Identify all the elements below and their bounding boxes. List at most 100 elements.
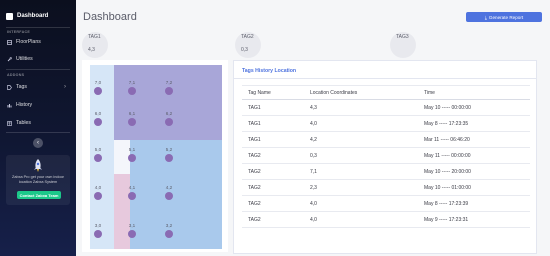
table-row: TAG1 4,0 May 8 ----- 17:23:35 [242,115,530,132]
map-region-purple [114,65,222,140]
map-point[interactable] [94,192,102,200]
location-map-panel: 7,0 7,1 7,2 6,0 6,1 6,2 5,0 5,1 5,2 4,0 4,1 4,2 3,0 3… [82,60,228,252]
cell-tag-name: TAG1 [242,131,304,148]
column-header-time[interactable]: Time [418,85,530,100]
map-point[interactable] [128,192,136,200]
sidebar-collapse-button[interactable]: ‹ [33,138,43,148]
table-row: TAG2 4,0 May 8 ----- 17:23:39 [242,195,530,212]
panel-title: Tags History Location [242,68,297,74]
tag-icon [6,84,12,90]
sidebar-divider [6,27,70,28]
table-icon [6,120,12,126]
map-point[interactable] [128,118,136,126]
map-point[interactable] [165,192,173,200]
map-point[interactable] [94,154,102,162]
sidebar-item-history[interactable]: History [6,99,70,111]
map-point[interactable] [165,230,173,238]
table-row: TAG1 4,3 May 10 ----- 00:00:00 [242,99,530,116]
rocket-icon [34,159,42,172]
tag-name: TAG2 [241,34,254,40]
cell-tag-name: TAG2 [242,179,304,196]
sidebar-item-tags[interactable]: Tags › [6,81,70,93]
cell-location: 7,1 [304,163,418,180]
cell-tag-name: TAG2 [242,163,304,180]
tag-card-tag2[interactable]: TAG2 0,3 [231,32,271,58]
map-point-label: 7,1 [129,80,136,85]
section-heading-interface: INTERFACE [7,30,31,34]
tag-card-tag1[interactable]: TAG1 4,3 [78,32,118,58]
map-point[interactable] [165,118,173,126]
map-point-label: 6,1 [129,111,136,116]
panel-divider [234,78,536,79]
sidebar-item-label: Utilities [16,56,33,62]
cell-location: 4,2 [304,131,418,148]
promo-card: Zabxa Pro get your own indoor location Z… [6,155,70,205]
cell-tag-name: TAG1 [242,99,304,116]
cell-location: 4,0 [304,195,418,212]
cell-time: May 10 ----- 01:00:00 [418,179,530,196]
cell-location: 0,3 [304,147,418,164]
column-header-tag-name[interactable]: Tag Name [242,85,304,100]
dashboard-icon [6,12,13,20]
brand-label: Dashboard [17,13,49,19]
cell-location: 4,3 [304,99,418,116]
sidebar: Dashboard INTERFACE FloorPlans Utilities… [0,0,76,256]
sidebar-item-label: Tables [16,120,31,126]
tag-name: TAG1 [88,34,101,40]
sidebar-item-label: Tags [16,84,27,90]
map-point-label: 3,0 [95,223,102,228]
map-point-label: 6,2 [166,111,173,116]
map-point-label: 7,2 [166,80,173,85]
sidebar-item-label: FloorPlans [16,39,41,45]
cell-time: May 10 ----- 00:00:00 [418,99,530,116]
map-point[interactable] [128,230,136,238]
map-point[interactable] [128,87,136,95]
promo-text: Zabxa Pro get your own indoor location Z… [12,175,64,184]
contact-team-button[interactable]: Contact Zabxa Team [17,191,61,199]
map-point-label: 5,1 [129,147,136,152]
map-point[interactable] [94,118,102,126]
section-heading-addons: ADDONS [7,73,25,77]
tag-name: TAG3 [396,34,409,40]
cell-time: Mar 11 ----- 06:46:20 [418,131,530,148]
tag-card-tag3[interactable]: TAG3 [386,32,426,58]
cell-time: May 11 ----- 00:00:00 [418,147,530,164]
map-point[interactable] [128,154,136,162]
cell-time: May 8 ----- 17:23:35 [418,115,530,132]
sidebar-item-utilities[interactable]: Utilities [6,53,70,65]
cell-tag-name: TAG1 [242,115,304,132]
map-point-label: 6,0 [95,111,102,116]
brand-link[interactable]: Dashboard [6,10,48,22]
map-region-blue [130,140,222,249]
table-row: TAG2 2,3 May 10 ----- 01:00:00 [242,179,530,196]
map-point-label: 5,2 [166,147,173,152]
cell-time: May 10 ----- 20:00:00 [418,163,530,180]
map-point-label: 4,2 [166,185,173,190]
map-point[interactable] [94,87,102,95]
table-row: TAG2 7,1 May 10 ----- 20:00:00 [242,163,530,180]
table-row: TAG2 0,3 May 11 ----- 00:00:00 [242,147,530,164]
map-point-label: 4,1 [129,185,136,190]
map-region-pink [114,174,130,249]
generate-report-label: Generate Report [488,14,524,20]
sidebar-item-floorplans[interactable]: FloorPlans [6,36,70,48]
chevron-left-icon: ‹ [37,140,39,146]
cell-location: 4,0 [304,211,418,228]
chevron-right-icon: › [64,84,66,90]
map-point[interactable] [94,230,102,238]
sidebar-divider [6,69,70,70]
cell-location: 4,0 [304,115,418,132]
column-header-location[interactable]: Location Coordinates [304,85,418,100]
generate-report-button[interactable]: ⤓ Generate Report [466,12,542,22]
history-icon [6,102,12,108]
cell-location: 2,3 [304,179,418,196]
cell-tag-name: TAG2 [242,147,304,164]
wrench-icon [6,56,12,62]
map-point[interactable] [165,154,173,162]
history-table: Tag Name Location Coordinates Time TAG1 4… [242,85,530,228]
cell-time: May 8 ----- 17:23:39 [418,195,530,212]
sidebar-item-tables[interactable]: Tables [6,117,70,129]
map-point-label: 3,1 [129,223,136,228]
sidebar-item-label: History [16,102,33,108]
map-point[interactable] [165,87,173,95]
